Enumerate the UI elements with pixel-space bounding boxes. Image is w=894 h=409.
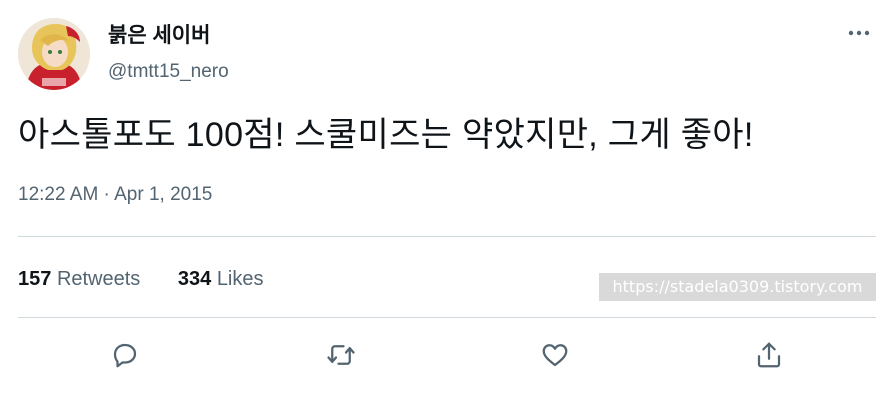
likes-label: Likes <box>216 268 264 290</box>
divider <box>18 236 876 237</box>
avatar-image <box>18 18 90 90</box>
likes-count: 334 <box>177 268 212 290</box>
more-icon[interactable] <box>844 18 874 48</box>
share-icon[interactable] <box>752 338 786 372</box>
reply-icon[interactable] <box>108 338 142 372</box>
tweet-text: 아스톨포도 100점! 스쿨미즈는 약았지만, 그게 좋아! <box>18 116 754 154</box>
retweets-label: Retweets <box>56 268 141 290</box>
retweets-stat[interactable]: 157 Retweets <box>18 265 140 293</box>
heart-icon[interactable] <box>538 338 572 372</box>
retweet-icon[interactable] <box>324 338 358 372</box>
retweets-count: 157 <box>18 268 52 290</box>
watermark: https://stadela0309.tistory.com <box>599 273 876 301</box>
user-handle[interactable]: @tmtt15_nero <box>108 60 229 84</box>
avatar[interactable] <box>18 18 90 90</box>
divider <box>18 317 876 318</box>
display-name[interactable]: 붉은 세이버 <box>108 22 210 50</box>
tweet-stats: 157 Retweets 334 Likes <box>18 265 264 293</box>
likes-stat[interactable]: 334 Likes <box>178 265 264 293</box>
tweet-timestamp[interactable]: 12:22 AM · Apr 1, 2015 <box>18 182 212 208</box>
